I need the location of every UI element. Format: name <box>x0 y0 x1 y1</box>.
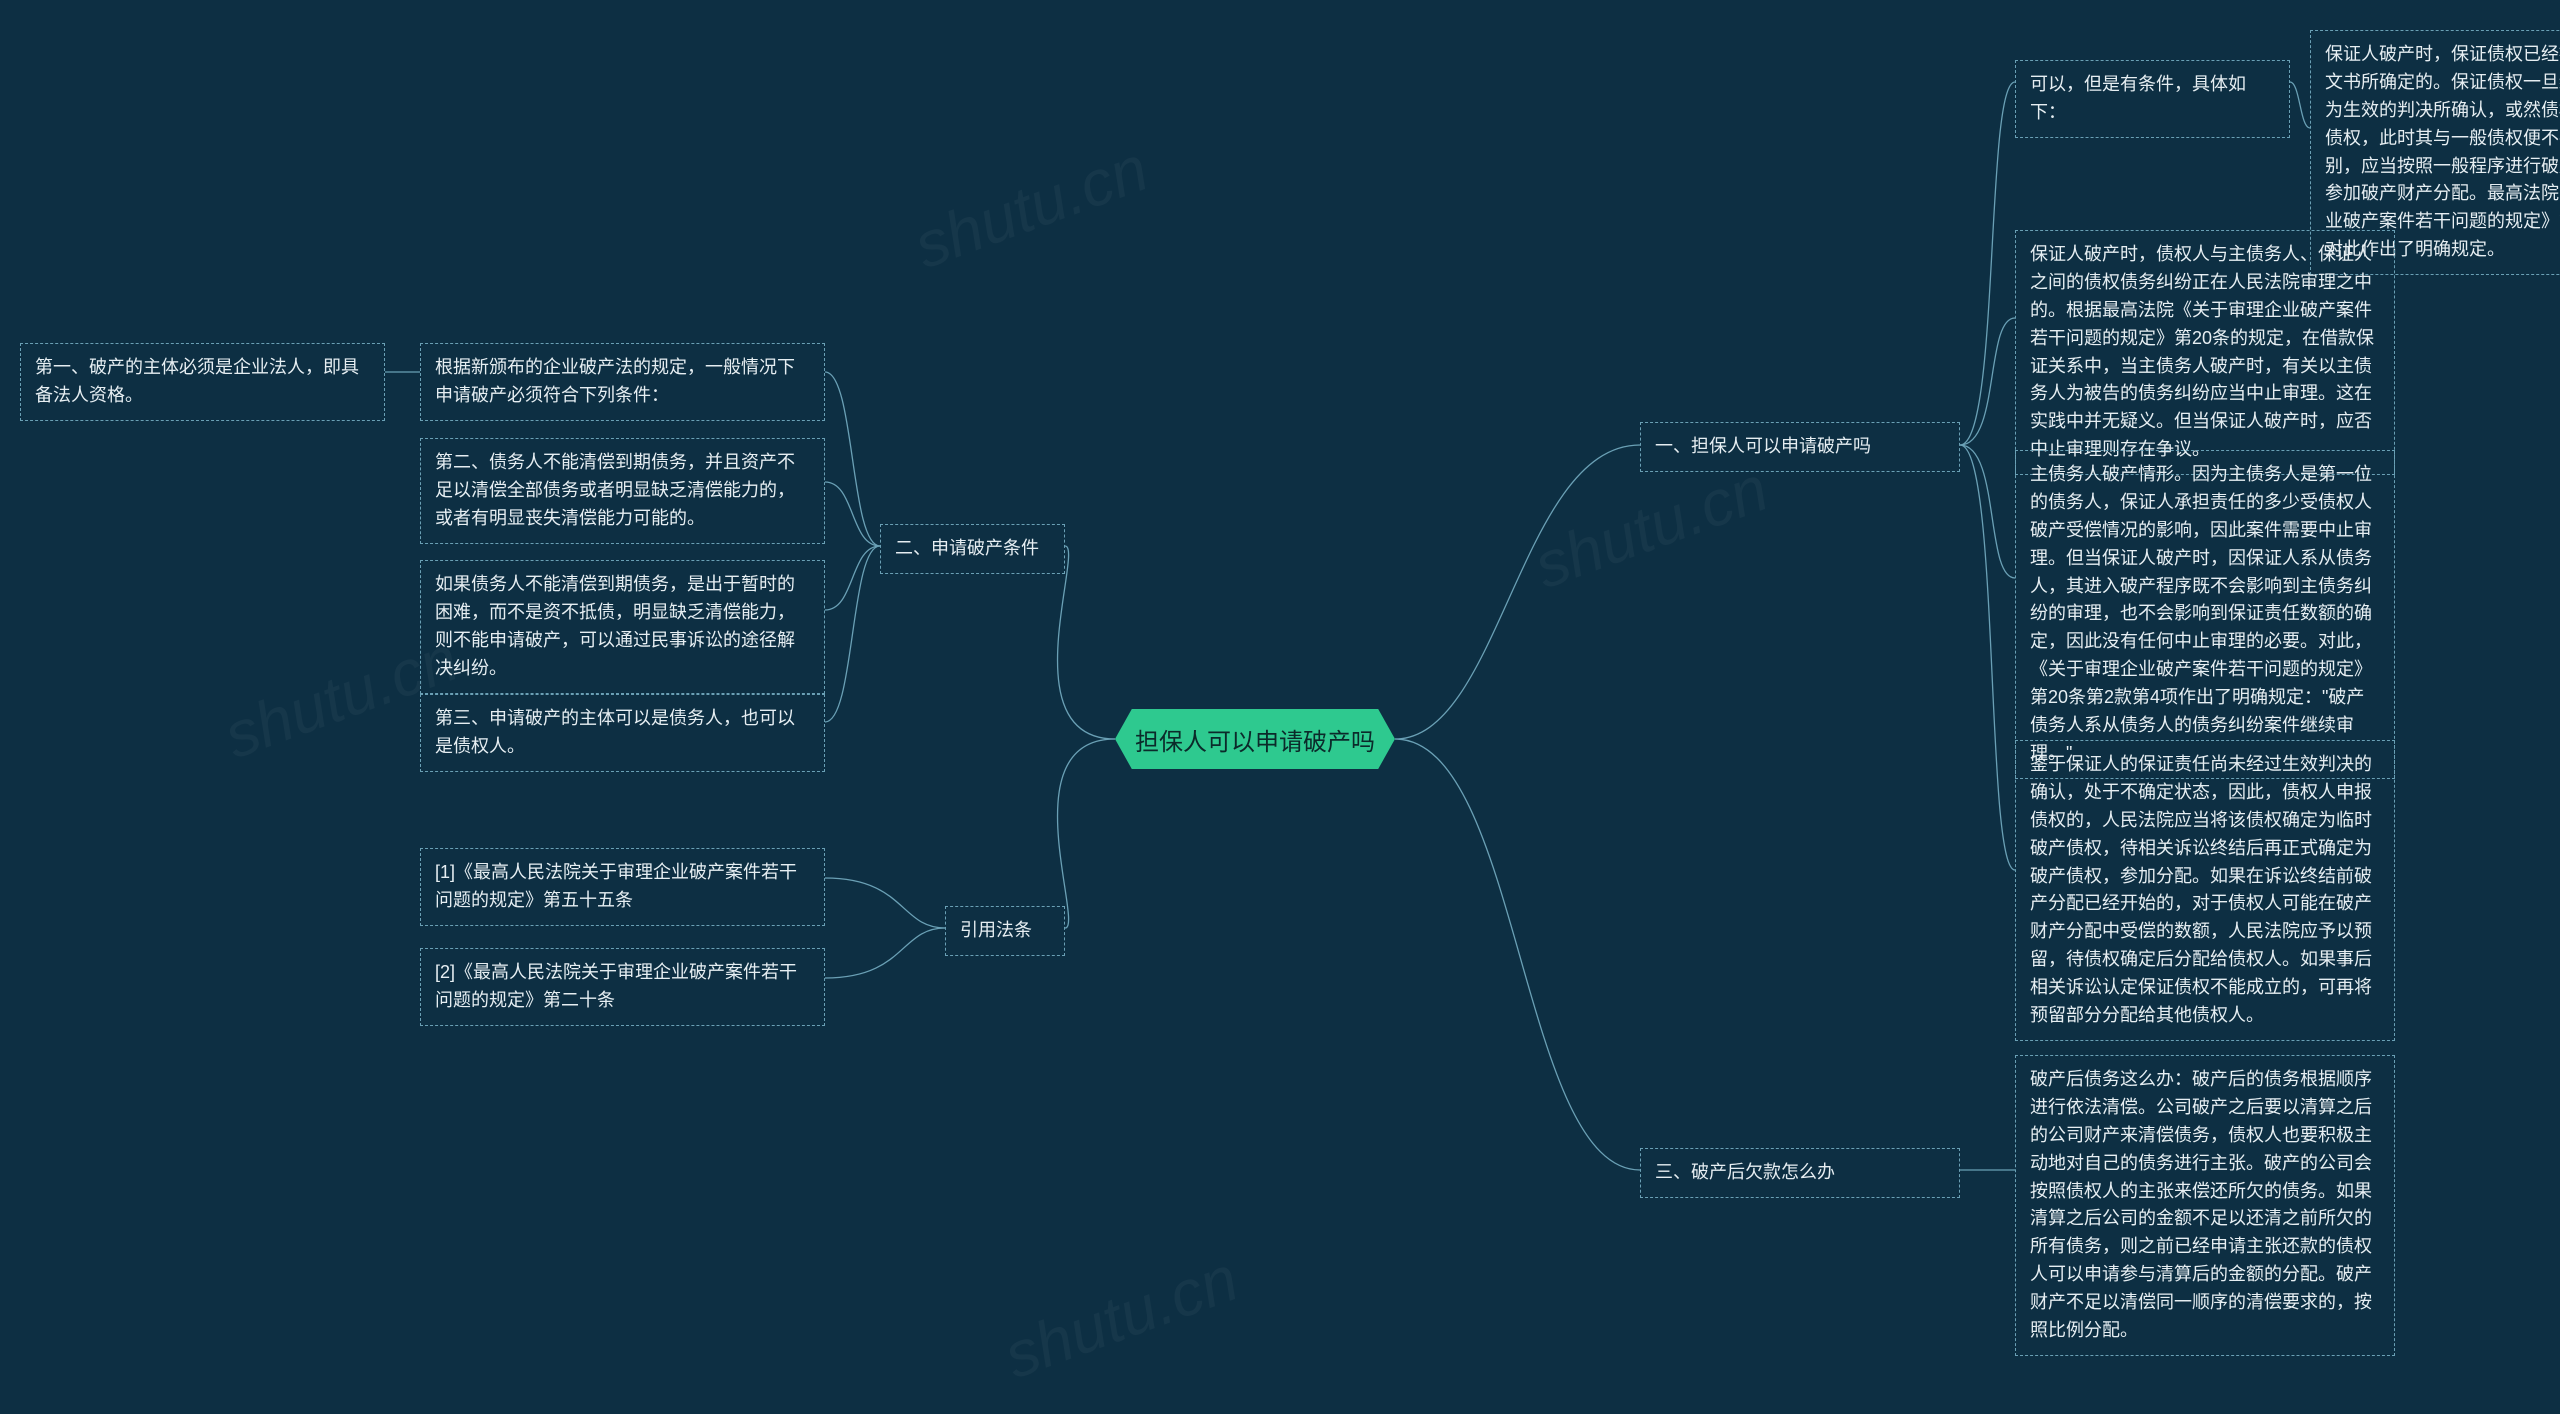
section1-title[interactable]: 一、担保人可以申请破产吗 <box>1640 422 1960 472</box>
section1-child2[interactable]: 保证人破产时，债权人与主债务人、保证人之间的债权债务纠纷正在人民法院审理之中的。… <box>2015 230 2395 475</box>
citation-item-1[interactable]: [1]《最高人民法院关于审理企业破产案件若干问题的规定》第五十五条 <box>420 848 825 926</box>
section2-child3[interactable]: 如果债务人不能清偿到期债务，是出于暂时的困难，而不是资不抵债，明显缺乏清偿能力，… <box>420 560 825 694</box>
section2-intro[interactable]: 根据新颁布的企业破产法的规定，一般情况下申请破产必须符合下列条件： <box>420 343 825 421</box>
section2-child4[interactable]: 第三、申请破产的主体可以是债务人，也可以是债权人。 <box>420 694 825 772</box>
section1-child4[interactable]: 鉴于保证人的保证责任尚未经过生效判决的确认，处于不确定状态，因此，债权人申报债权… <box>2015 740 2395 1041</box>
root-title: 担保人可以申请破产吗 <box>1135 722 1375 757</box>
root-node[interactable]: 担保人可以申请破产吗 <box>1115 709 1395 769</box>
section3-title[interactable]: 三、破产后欠款怎么办 <box>1640 1148 1960 1198</box>
section3-content[interactable]: 破产后债务这么办：破产后的债务根据顺序进行依法清偿。公司破产之后要以清算之后的公… <box>2015 1055 2395 1356</box>
watermark: shutu.cn <box>905 131 1158 283</box>
section1-child3[interactable]: 主债务人破产情形。因为主债务人是第一位的债务人，保证人承担责任的多少受债权人破产… <box>2015 450 2395 779</box>
citation-item-2[interactable]: [2]《最高人民法院关于审理企业破产案件若干问题的规定》第二十条 <box>420 948 825 1026</box>
section2-intro-sub[interactable]: 第一、破产的主体必须是企业法人，即具备法人资格。 <box>20 343 385 421</box>
section2-title[interactable]: 二、申请破产条件 <box>880 524 1065 574</box>
section1-child1[interactable]: 可以，但是有条件，具体如下： <box>2015 60 2290 138</box>
mindmap-canvas: shutu.cn shutu.cn shutu.cn shutu.cn <box>0 0 2560 1414</box>
watermark: shutu.cn <box>995 1241 1248 1393</box>
section2-child2[interactable]: 第二、债务人不能清偿到期债务，并且资产不足以清偿全部债务或者明显缺乏清偿能力的，… <box>420 438 825 544</box>
citations-title[interactable]: 引用法条 <box>945 906 1065 956</box>
watermark: shutu.cn <box>1525 451 1778 603</box>
